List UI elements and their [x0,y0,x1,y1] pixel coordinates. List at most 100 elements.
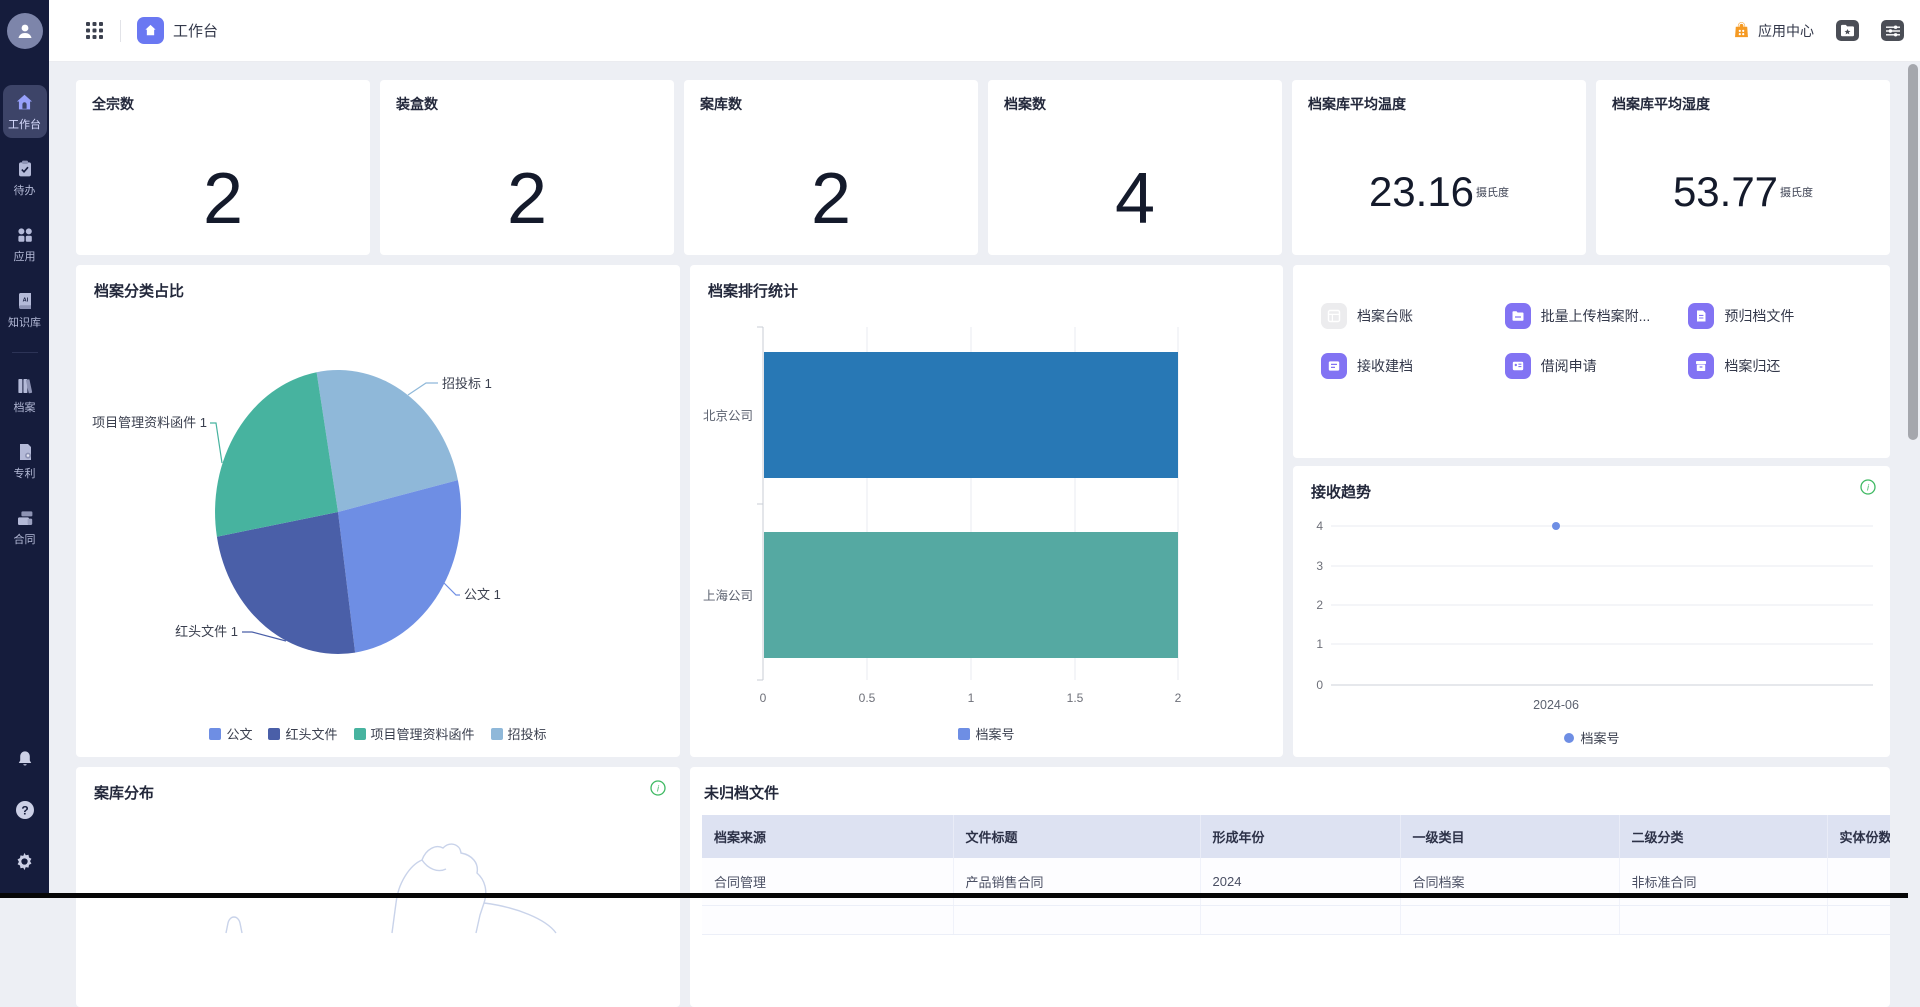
header-actions: 应用中心 [1732,20,1904,41]
sidebar-item-archives[interactable]: 档案 [3,369,47,421]
ledger-icon [1321,303,1347,329]
sidebar-bottom: ? [14,749,36,898]
quick-actions-panel: 档案台账 批量上传档案附... 预归档文件 [1293,265,1890,458]
table-header-row: 档案来源 文件标题 形成年份 一级类目 二级分类 实体份数 [702,815,1890,858]
svg-text:i: i [657,784,660,794]
sidebar-item-contracts[interactable]: 合同 [3,501,47,553]
apps-grid-icon [15,225,35,245]
stat-card-box-count: 装盒数 2 [380,80,674,255]
legend-swatch [354,728,366,740]
panel-title: 档案分类占比 [76,265,680,301]
table-row[interactable]: 合同管理 产品销售合同 2024 合同档案 非标准合同 [702,858,1890,906]
favorites-folder-icon[interactable] [1836,20,1859,41]
todo-clipboard-icon [15,159,35,179]
grid-menu-icon[interactable] [85,21,104,40]
bar-chart: 北京公司 上海公司 0 0.5 1 1.5 2 [690,265,1283,715]
sidebar-item-apps[interactable]: 应用 [3,218,47,270]
stat-label: 档案数 [988,80,1282,114]
table-row[interactable] [702,906,1890,935]
sidebar-item-label: 工作台 [8,116,41,132]
contract-briefcase-icon [15,508,35,528]
trend-data-point[interactable] [1552,522,1560,530]
action-label: 借阅申请 [1541,356,1597,376]
stat-value: 2 [507,159,547,239]
bottom-row: 案库分布 i 未归档文件 [76,767,1890,1007]
pie-callout-label: 项目管理资料函件 1 [92,415,207,430]
bar-chart-panel: 档案排行统计 北京公司 上海公司 0 0.5 1 1.5 2 [690,265,1283,757]
y-tick: 0 [1316,678,1323,692]
borrow-request-icon [1505,353,1531,379]
bar-category-label: 北京公司 [703,409,753,423]
cell-physical-copies [1827,858,1890,906]
app-center-button[interactable]: 应用中心 [1732,21,1814,41]
workbench-content: 全宗数 2 装盒数 2 案库数 2 档案数 4 档案库平均温度 23.16摄氏度… [49,62,1920,898]
stat-value: 23.16 [1369,168,1474,215]
bar-beijing[interactable] [764,352,1178,478]
action-label: 档案台账 [1357,306,1413,326]
sidebar-item-todo[interactable]: 待办 [3,152,47,204]
archive-return-icon [1688,353,1714,379]
quick-actions-grid: 档案台账 批量上传档案附... 预归档文件 [1293,265,1890,379]
action-label: 档案归还 [1724,356,1780,376]
action-batch-upload-attachments[interactable]: 批量上传档案附... [1505,303,1689,329]
home-icon [14,92,35,113]
stat-value: 2 [811,159,851,239]
sidebar-item-label: 应用 [14,248,36,264]
x-tick: 1.5 [1067,691,1084,705]
column-header-physical-copies: 实体份数 [1827,815,1890,858]
svg-text:AI: AI [22,298,28,304]
info-icon[interactable]: i [650,780,666,796]
action-label: 预归档文件 [1724,306,1794,326]
pie-chart: 招投标 1 公文 1 红头文件 1 项目管理资料函件 1 [76,305,680,690]
trend-chart: 4 3 2 1 0 2024-06 [1293,466,1890,716]
stat-card-avg-temperature: 档案库平均温度 23.16摄氏度 [1292,80,1586,255]
sidebar-item-patents[interactable]: 专利 [3,435,47,487]
bell-icon[interactable] [15,749,35,769]
unfiled-documents-table: 档案来源 文件标题 形成年份 一级类目 二级分类 实体份数 合同管理 产品销售合… [702,815,1890,935]
knowledge-base-book-icon: AI [15,291,35,311]
column-header-level1-category: 一级类目 [1400,815,1619,858]
archive-books-icon [15,376,35,396]
charts-row: 档案分类占比 招投标 1 公文 1 红头文件 1 项目管理资料函件 1 公文 [76,265,1890,757]
legend-item-danganhao[interactable]: 档案号 [1563,728,1619,747]
stat-label: 装盒数 [380,80,674,114]
home-badge-icon[interactable] [137,17,164,44]
action-borrow-request[interactable]: 借阅申请 [1505,353,1689,379]
bar-legend: 档案号 [690,724,1283,743]
legend-item-xiangmu[interactable]: 项目管理资料函件 [354,724,475,743]
top-header: 工作台 应用中心 [49,0,1920,62]
receive-trend-panel: 接收趋势 i 4 3 2 1 0 [1293,466,1890,757]
y-tick: 1 [1316,637,1323,651]
vertical-scrollbar-thumb[interactable] [1908,64,1918,440]
right-column: 档案台账 批量上传档案附... 预归档文件 [1293,265,1890,757]
user-avatar[interactable] [7,13,43,49]
legend-item-hongtou[interactable]: 红头文件 [268,724,337,743]
stat-label: 案库数 [684,80,978,114]
legend-item-zhaotoubiao[interactable]: 招投标 [491,724,547,743]
sidebar-item-workbench[interactable]: 工作台 [3,85,47,138]
legend-label: 档案号 [1580,728,1619,747]
pie-slice-xiangmu[interactable] [215,372,338,537]
stat-label: 全宗数 [76,80,370,114]
action-pre-archive-files[interactable]: 预归档文件 [1688,303,1872,329]
y-tick: 3 [1316,559,1323,573]
legend-item-gongwen[interactable]: 公文 [209,724,252,743]
help-icon[interactable]: ? [14,799,36,821]
action-archive-return[interactable]: 档案归还 [1688,353,1872,379]
sidebar-item-label: 合同 [14,531,36,547]
stat-value: 4 [1115,159,1155,239]
action-receive-create-archive[interactable]: 接收建档 [1321,353,1505,379]
shopping-bag-icon [1732,21,1751,40]
window-bottom-edge [0,893,1908,898]
sidebar-item-knowledge-base[interactable]: AI 知识库 [3,284,47,336]
pie-callout-label: 招投标 1 [442,376,492,391]
repository-map-panel: 案库分布 i [76,767,680,1007]
bar-shanghai[interactable] [764,532,1178,658]
action-archive-ledger[interactable]: 档案台账 [1321,303,1505,329]
pie-callout-line [408,383,438,395]
stats-cards-row: 全宗数 2 装盒数 2 案库数 2 档案数 4 档案库平均温度 23.16摄氏度… [76,80,1890,255]
gear-icon[interactable] [14,851,35,872]
legend-item-danganhao[interactable]: 档案号 [958,724,1014,743]
settings-sliders-icon[interactable] [1881,20,1904,41]
legend-label: 红头文件 [285,724,337,743]
